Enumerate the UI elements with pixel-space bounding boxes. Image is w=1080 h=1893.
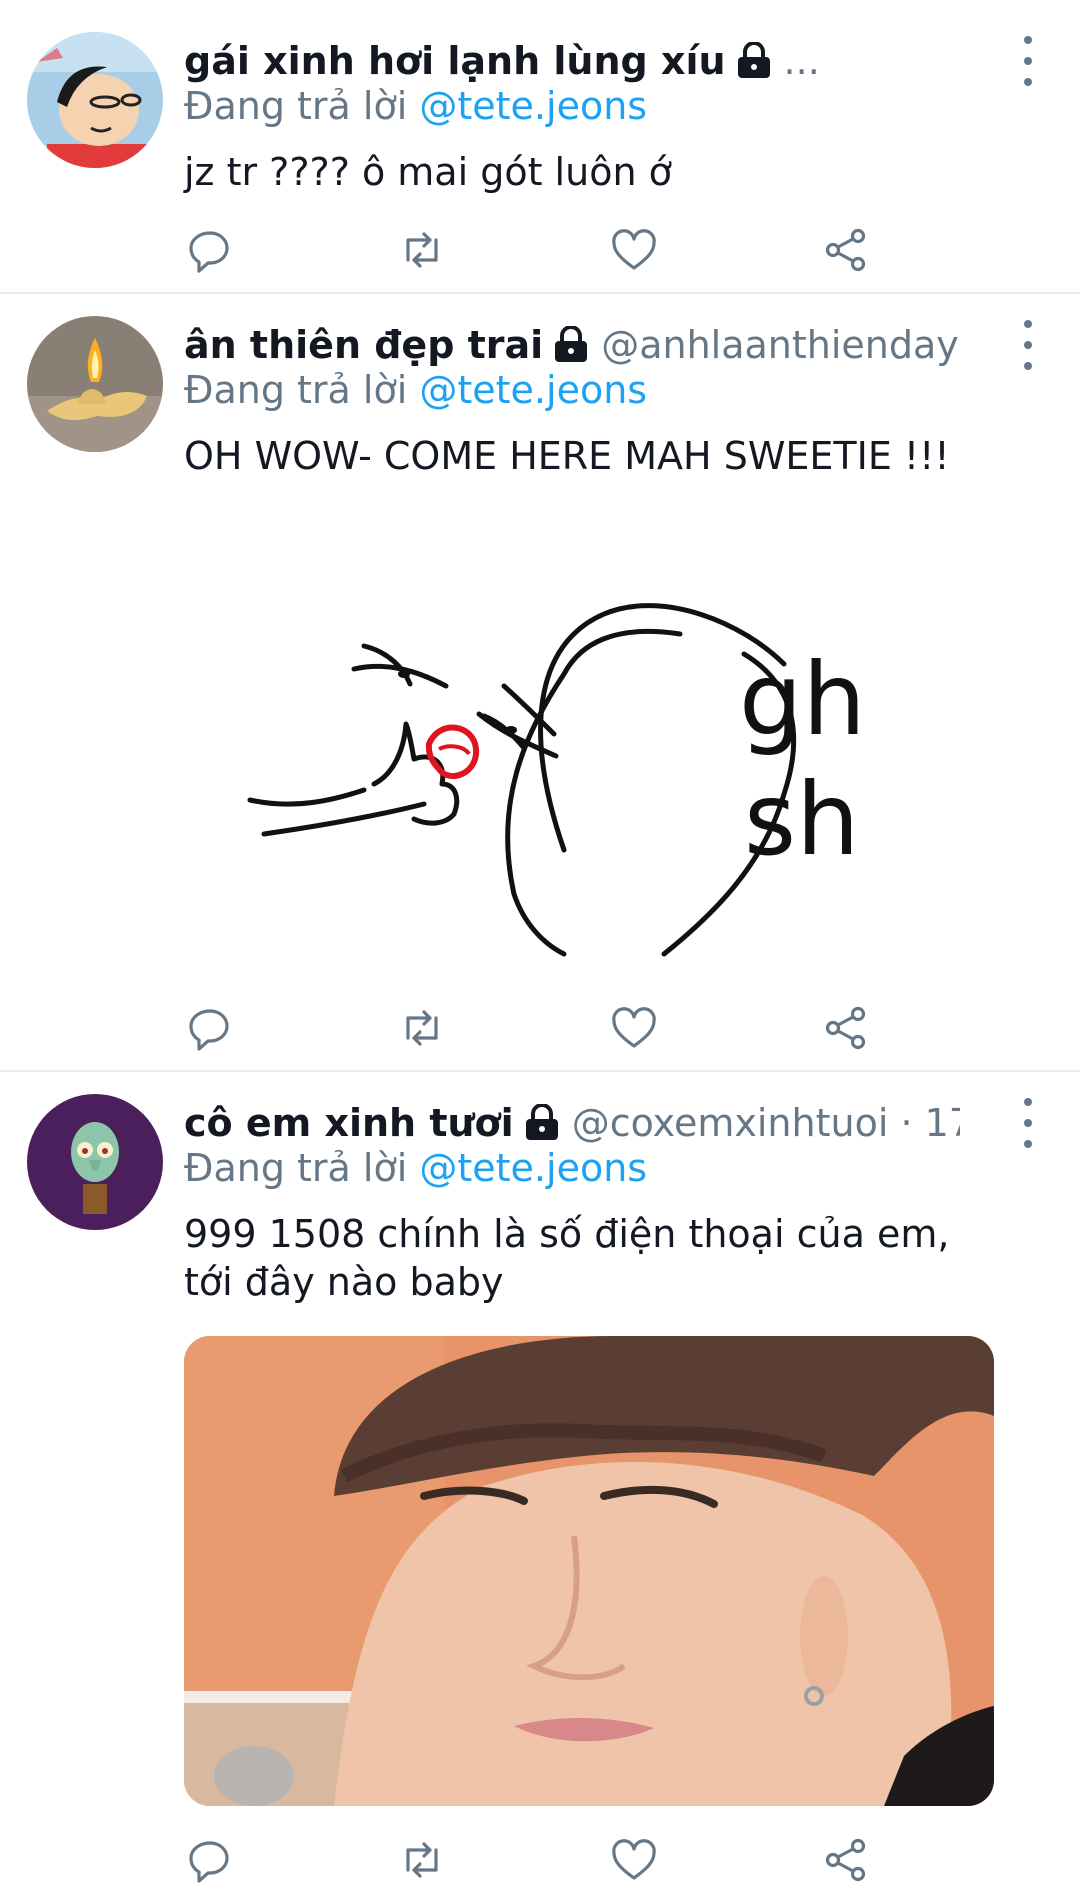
retweet-icon[interactable] [396,224,448,276]
lock-icon [524,1103,560,1142]
reply-mention[interactable]: @tete.jeons [419,368,647,412]
tweet-header: cô em xinh tươi @coxemxinhtuoi · 17m [184,1094,960,1152]
tweet-header: ân thiên đẹp trai @anhlaanthienday · ... [184,316,960,374]
reply-prefix: Đang trả lời [184,84,408,128]
tweet-actions [184,1002,884,1054]
handle: ... [783,39,820,83]
tweet-actions [184,1834,884,1886]
more-icon[interactable] [1018,1098,1038,1148]
reply-mention[interactable]: @tete.jeons [419,1146,647,1190]
more-icon[interactable] [1018,36,1038,86]
lock-icon [736,41,772,80]
display-name[interactable]: ân thiên đẹp trai [184,323,543,367]
tweet-2[interactable]: ân thiên đẹp trai @anhlaanthienday · ...… [0,294,1080,1070]
share-icon[interactable] [820,1002,872,1054]
lock-icon [553,325,589,364]
reply-icon[interactable] [184,1002,236,1054]
more-icon[interactable] [1018,320,1038,370]
tweet-media-drawing[interactable]: gh sh [184,534,1004,1014]
reply-prefix: Đang trả lời [184,368,408,412]
tweet-text: jz tr ???? ô mai gót luôn ớ [184,150,672,194]
reply-icon[interactable] [184,224,236,276]
display-name[interactable]: gái xinh hơi lạnh lùng xíu [184,39,726,83]
tweet-text: OH WOW- COME HERE MAH SWEETIE !!! [184,434,950,478]
avatar[interactable] [27,1094,163,1230]
drawing-text-gh: gh [739,641,866,758]
reply-context: Đang trả lời @tete.jeons [184,1146,647,1190]
tweet-1[interactable]: gái xinh hơi lạnh lùng xíu ... Đang trả … [0,0,1080,292]
handle: @anhlaanthienday · ... [601,323,960,367]
like-icon[interactable] [608,1834,660,1886]
share-icon[interactable] [820,224,872,276]
tweet-header: gái xinh hơi lạnh lùng xíu ... [184,32,960,90]
like-icon[interactable] [608,224,660,276]
reply-prefix: Đang trả lời [184,1146,408,1190]
reply-icon[interactable] [184,1834,236,1886]
tweet-media-photo[interactable] [184,1336,994,1806]
reply-mention[interactable]: @tete.jeons [419,84,647,128]
handle: @coxemxinhtuoi · 17m [571,1101,960,1145]
drawing-text-sh: sh [744,761,859,878]
tweet-actions [184,224,884,276]
tweet-text: 999 1508 chính là số điện thoại của em, … [184,1212,950,1304]
retweet-icon[interactable] [396,1002,448,1054]
share-icon[interactable] [820,1834,872,1886]
reply-context: Đang trả lời @tete.jeons [184,84,647,128]
display-name[interactable]: cô em xinh tươi [184,1101,514,1145]
tweet-3[interactable]: cô em xinh tươi @coxemxinhtuoi · 17m Đan… [0,1072,1080,1893]
retweet-icon[interactable] [396,1834,448,1886]
avatar[interactable] [27,32,163,168]
reply-context: Đang trả lời @tete.jeons [184,368,647,412]
avatar[interactable] [27,316,163,452]
like-icon[interactable] [608,1002,660,1054]
